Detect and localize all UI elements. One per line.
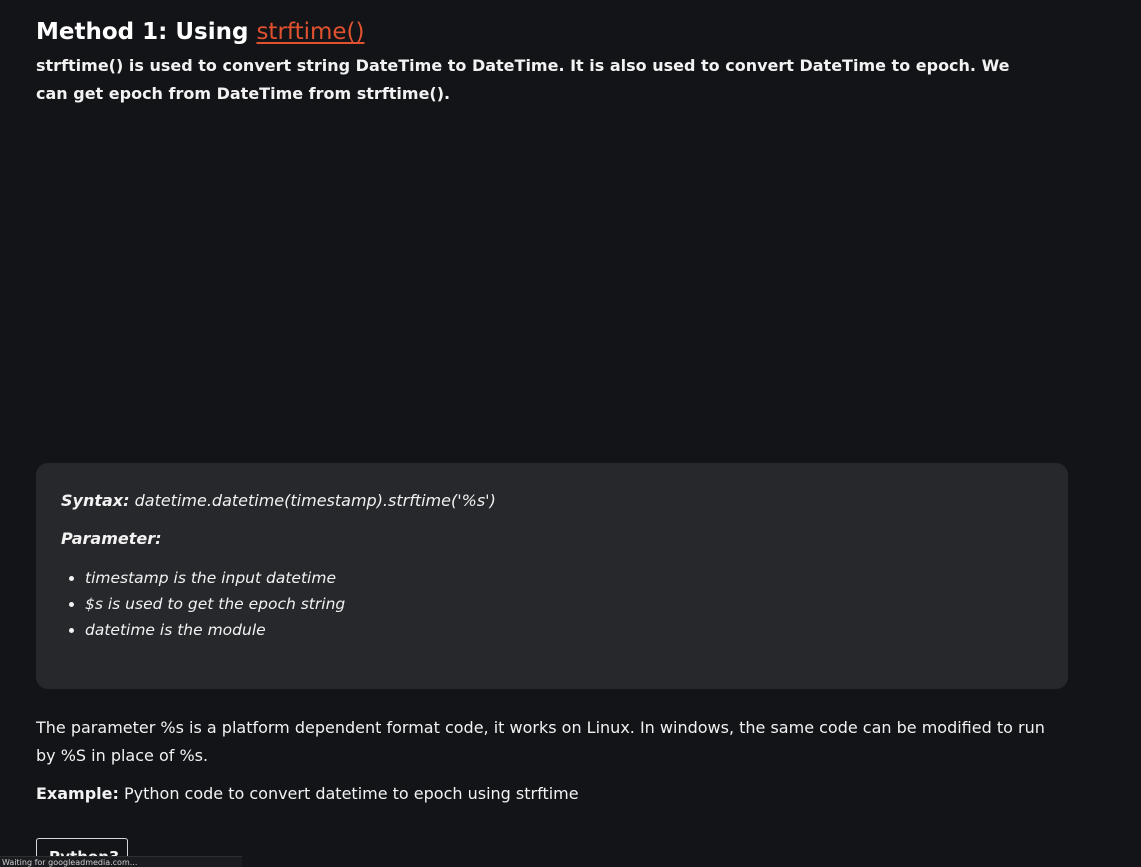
method-heading-text: Method 1: Using	[36, 19, 257, 45]
strftime-link[interactable]: strftime()	[256, 19, 364, 45]
example-label: Example:	[36, 784, 119, 803]
syntax-box: Syntax: datetime.datetime(timestamp).str…	[36, 463, 1068, 689]
platform-note: The parameter %s is a platform dependent…	[36, 718, 1045, 765]
example-text: Python code to convert datetime to epoch…	[118, 784, 579, 803]
list-item: timestamp is the input datetime	[85, 565, 345, 591]
syntax-code: datetime.datetime(timestamp).strftime('%…	[129, 491, 496, 510]
intro-paragraph: strftime() is used to convert string Dat…	[36, 56, 1010, 103]
browser-status-bar: Waiting for googleadmedia.com...	[0, 856, 242, 867]
article-page: Method 1: Using strftime() strftime() is…	[0, 0, 1141, 867]
list-item: $s is used to get the epoch string	[85, 591, 345, 617]
method-heading: Method 1: Using strftime()	[36, 16, 365, 48]
list-item: datetime is the module	[85, 617, 345, 643]
ad-placeholder	[36, 118, 1068, 448]
syntax-label: Syntax:	[61, 491, 130, 510]
parameter-label: Parameter:	[61, 529, 162, 548]
syntax-line: Syntax: datetime.datetime(timestamp).str…	[61, 489, 496, 513]
example-line: Example: Python code to convert datetime…	[36, 780, 579, 808]
parameter-list: timestamp is the input datetime $s is us…	[61, 565, 345, 643]
